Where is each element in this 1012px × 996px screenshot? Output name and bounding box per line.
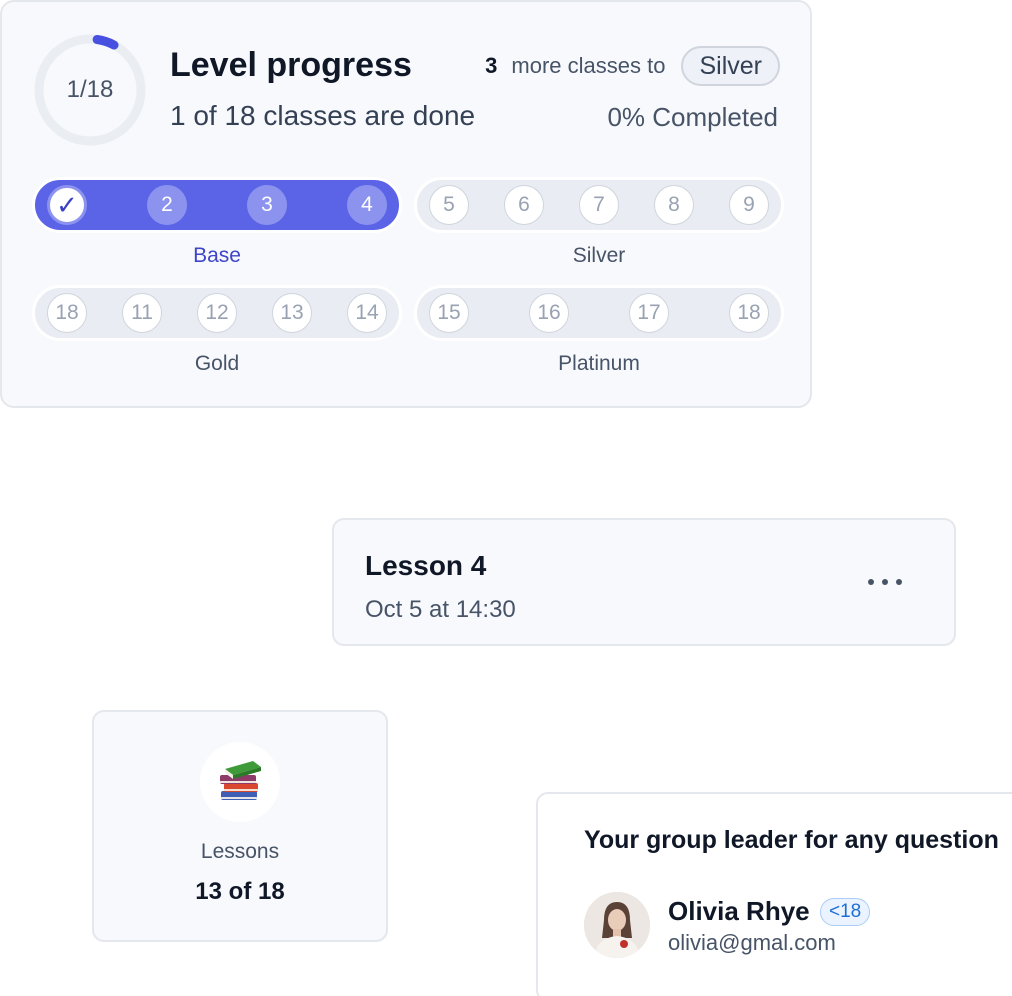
step-circle[interactable]: 12 xyxy=(197,293,237,333)
step-circle[interactable]: 16 xyxy=(529,293,569,333)
avatar[interactable] xyxy=(584,892,650,958)
step-circle[interactable]: 17 xyxy=(629,293,669,333)
step-circle[interactable]: 7 xyxy=(579,185,619,225)
tier-label-gold: Gold xyxy=(194,352,240,375)
step-circle[interactable]: 18 xyxy=(729,293,769,333)
remaining-classes-count: 3 xyxy=(485,53,498,78)
lessons-stat-card: Lessons 13 of 18 xyxy=(92,710,388,942)
leader-email[interactable]: olivia@gmal.com xyxy=(668,930,836,956)
tier-track-base: ✓ 2 3 4 xyxy=(32,177,402,233)
tier-label-platinum: Platinum xyxy=(558,352,640,375)
level-progress-subtitle: 1 of 18 classes are done xyxy=(170,100,476,131)
books-icon xyxy=(200,742,280,822)
level-progress-card: 1/18 Level progress 1 of 18 classes are … xyxy=(0,0,812,408)
lesson-title: Lesson 4 xyxy=(365,550,487,581)
lesson-date: Oct 5 at 14:30 xyxy=(365,596,516,623)
tier-track-gold: 18 11 12 13 14 xyxy=(32,285,402,341)
next-tier-badge: Silver xyxy=(681,46,780,86)
tier-label-silver: Silver xyxy=(572,244,626,267)
step-circle[interactable]: 5 xyxy=(429,185,469,225)
group-leader-heading: Your group leader for any question xyxy=(584,826,999,854)
remaining-classes-text: more classes to xyxy=(511,53,666,78)
progress-ring-value: 1/18 xyxy=(66,76,114,103)
step-circle[interactable]: 9 xyxy=(729,185,769,225)
step-circle[interactable]: 6 xyxy=(504,185,544,225)
step-circle[interactable]: 3 xyxy=(247,185,287,225)
tier-track-silver: 5 6 7 8 9 xyxy=(414,177,784,233)
step-circle[interactable]: 8 xyxy=(654,185,694,225)
step-done-check-icon[interactable]: ✓ xyxy=(47,185,87,225)
step-circle[interactable]: 4 xyxy=(347,185,387,225)
completion-percent: 0% Completed xyxy=(607,102,778,132)
step-circle[interactable]: 18 xyxy=(47,293,87,333)
progress-ring: 1/18 xyxy=(32,32,148,148)
tier-label-base: Base xyxy=(193,244,241,267)
leader-name: Olivia Rhye xyxy=(668,896,810,926)
lesson-card[interactable]: Lesson 4 Oct 5 at 14:30 xyxy=(332,518,956,646)
step-circle[interactable]: 11 xyxy=(122,293,162,333)
step-circle[interactable]: 13 xyxy=(272,293,312,333)
step-circle[interactable]: 14 xyxy=(347,293,387,333)
age-badge: <18 xyxy=(820,898,871,926)
more-horizontal-icon[interactable] xyxy=(868,568,902,596)
lessons-stat-label: Lessons xyxy=(200,840,280,863)
level-progress-title: Level progress xyxy=(170,46,412,84)
classes-to-next-tier: 3 more classes to Silver xyxy=(485,46,780,86)
step-circle[interactable]: 15 xyxy=(429,293,469,333)
step-circle[interactable]: 2 xyxy=(147,185,187,225)
group-leader-card: Your group leader for any question Olivi… xyxy=(536,792,1012,996)
tier-track-platinum: 15 16 17 18 xyxy=(414,285,784,341)
lessons-stat-value: 13 of 18 xyxy=(195,878,285,905)
